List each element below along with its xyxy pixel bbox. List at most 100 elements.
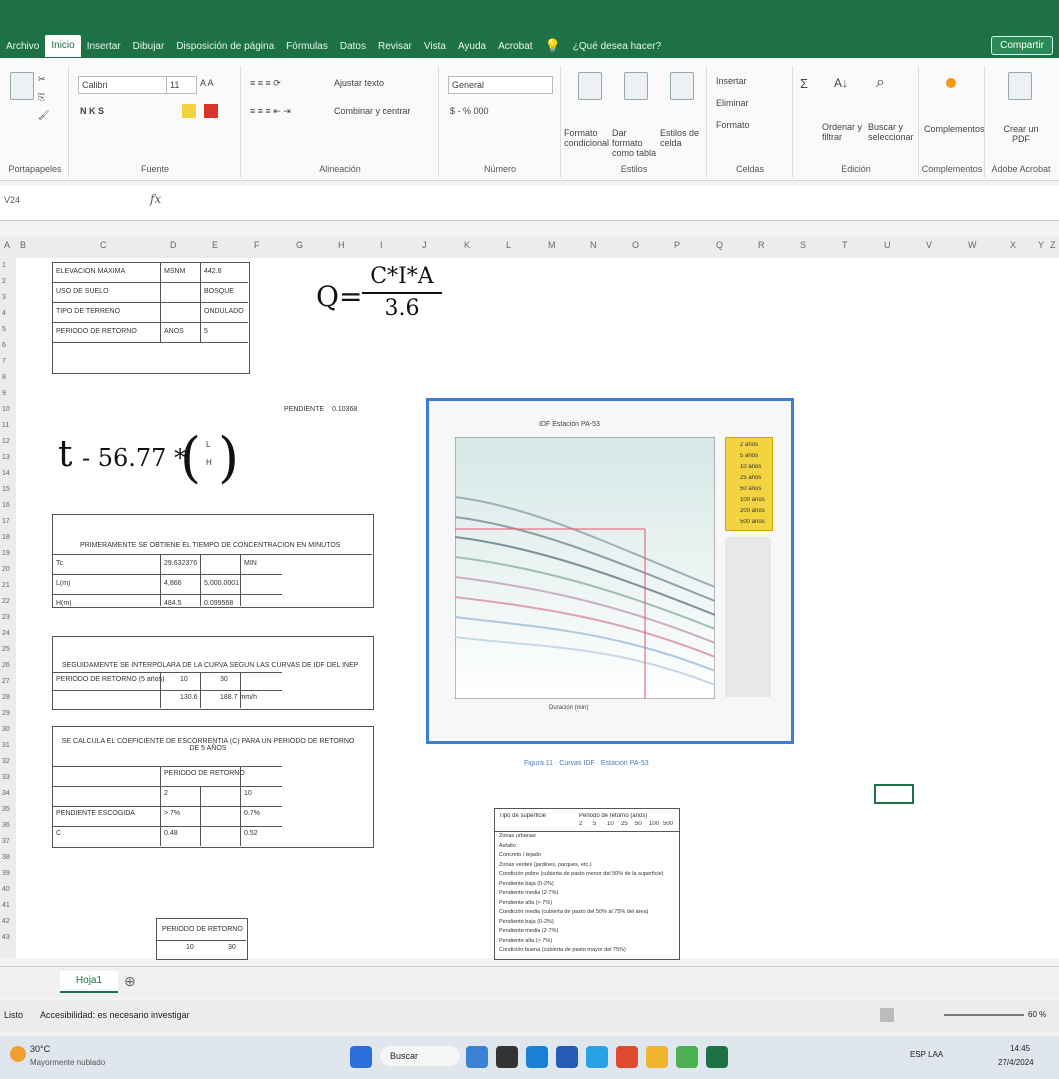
column-header[interactable]: I [380, 240, 383, 250]
row-header[interactable]: 41 [2, 902, 10, 909]
tab-acrobat[interactable]: Acrobat [492, 41, 538, 52]
tab-disposicion[interactable]: Disposición de página [170, 41, 280, 52]
format-painter-icon[interactable]: 🖌 [38, 110, 49, 121]
row-header[interactable]: 3 [2, 294, 6, 301]
normal-view-icon[interactable] [880, 1008, 894, 1022]
share-button[interactable]: Compartir [991, 36, 1053, 55]
row-header[interactable]: 17 [2, 518, 10, 525]
language-indicator[interactable]: ESP LAA [910, 1050, 943, 1059]
row-header[interactable]: 2 [2, 278, 6, 285]
font-color-icon[interactable] [204, 104, 218, 118]
row-header[interactable]: 19 [2, 550, 10, 557]
clock-time[interactable]: 14:45 [1010, 1044, 1030, 1053]
column-header[interactable]: H [338, 240, 345, 250]
row-header[interactable]: 26 [2, 662, 10, 669]
folder-icon[interactable] [646, 1046, 668, 1068]
conditional-format-label[interactable]: Formato condicional [564, 128, 610, 148]
number-format-symbols[interactable]: $ - % 000 [450, 106, 489, 116]
media-icon[interactable] [616, 1046, 638, 1068]
row-header[interactable]: 22 [2, 598, 10, 605]
fx-icon[interactable]: fx [150, 192, 161, 206]
column-header[interactable]: V [926, 240, 932, 250]
weather-icon[interactable] [10, 1046, 26, 1062]
column-header[interactable]: Z [1050, 240, 1056, 250]
cut-icon[interactable]: ✂ [38, 74, 46, 85]
tell-me-search[interactable]: ¿Qué desea hacer? [567, 41, 667, 52]
column-header[interactable]: U [884, 240, 891, 250]
column-header[interactable]: W [968, 240, 977, 250]
conditional-format-icon[interactable] [578, 72, 602, 100]
row-header[interactable]: 30 [2, 726, 10, 733]
addins-label[interactable]: Complementos [924, 124, 985, 134]
zoom-slider[interactable] [944, 1014, 1024, 1016]
column-header[interactable]: E [212, 240, 218, 250]
autosum-icon[interactable]: Σ [800, 76, 808, 91]
row-header[interactable]: 5 [2, 326, 6, 333]
tab-dibujar[interactable]: Dibujar [127, 41, 171, 52]
insert-cells-button[interactable]: Insertar [716, 76, 747, 86]
excel-icon[interactable] [706, 1046, 728, 1068]
name-box[interactable]: V24 [4, 195, 54, 211]
format-table-icon[interactable] [624, 72, 648, 100]
paste-icon[interactable] [10, 72, 34, 100]
row-header[interactable]: 23 [2, 614, 10, 621]
row-header[interactable]: 38 [2, 854, 10, 861]
row-header[interactable]: 27 [2, 678, 10, 685]
align-left-icon[interactable]: ≡ ≡ ≡ ⇤ ⇥ [250, 106, 291, 117]
wrap-text-button[interactable]: Ajustar texto [334, 78, 384, 88]
row-header[interactable]: 21 [2, 582, 10, 589]
row-header[interactable]: 8 [2, 374, 6, 381]
column-header[interactable]: S [800, 240, 806, 250]
tab-ayuda[interactable]: Ayuda [452, 41, 492, 52]
create-pdf-label[interactable]: Crear un PDF [996, 124, 1046, 144]
column-header[interactable]: K [464, 240, 470, 250]
column-header[interactable]: F [254, 240, 260, 250]
addins-icon[interactable] [946, 78, 956, 88]
add-sheet-icon[interactable]: ⊕ [124, 973, 136, 990]
accessibility-status[interactable]: Accesibilidad: es necesario investigar [40, 1010, 190, 1020]
edge-icon[interactable] [526, 1046, 548, 1068]
column-header[interactable]: O [632, 240, 639, 250]
idf-chart-image[interactable]: IDF Estación PA-53 Duración (min) 2 años… [426, 398, 794, 744]
row-header[interactable]: 28 [2, 694, 10, 701]
number-format-select[interactable]: General [448, 76, 553, 94]
column-header[interactable]: T [842, 240, 848, 250]
row-header[interactable]: 24 [2, 630, 10, 637]
word-icon[interactable] [556, 1046, 578, 1068]
pdf-icon[interactable] [1008, 72, 1032, 100]
column-header[interactable]: M [548, 240, 556, 250]
row-header[interactable]: 13 [2, 454, 10, 461]
row-header[interactable]: 10 [2, 406, 10, 413]
row-header[interactable]: 29 [2, 710, 10, 717]
column-header[interactable]: L [506, 240, 511, 250]
row-header[interactable]: 33 [2, 774, 10, 781]
clock-date[interactable]: 27/4/2024 [998, 1058, 1034, 1067]
row-header[interactable]: 12 [2, 438, 10, 445]
row-header[interactable]: 6 [2, 342, 6, 349]
column-header[interactable]: J [422, 240, 427, 250]
tab-datos[interactable]: Datos [334, 41, 372, 52]
row-header[interactable]: 14 [2, 470, 10, 477]
row-header[interactable]: 32 [2, 758, 10, 765]
column-header[interactable]: B [20, 240, 26, 250]
bold-italic-underline[interactable]: N K S [80, 106, 104, 116]
column-header[interactable]: P [674, 240, 680, 250]
grow-font-icon[interactable]: A A [200, 78, 214, 88]
find-select-label[interactable]: Buscar y seleccionar [868, 122, 916, 142]
format-cells-button[interactable]: Formato [716, 120, 750, 130]
row-header[interactable]: 18 [2, 534, 10, 541]
format-table-label[interactable]: Dar formato como tabla [612, 128, 658, 158]
find-icon[interactable]: ⌕ [876, 74, 885, 92]
tab-revisar[interactable]: Revisar [372, 41, 418, 52]
row-header[interactable]: 11 [2, 422, 9, 429]
terminal-icon[interactable] [496, 1046, 518, 1068]
row-header[interactable]: 7 [2, 358, 6, 365]
tab-inicio[interactable]: Inicio [45, 35, 81, 57]
selected-cell[interactable] [874, 784, 914, 804]
row-header[interactable]: 20 [2, 566, 10, 573]
row-header[interactable]: 43 [2, 934, 10, 941]
tab-formulas[interactable]: Fórmulas [280, 41, 334, 52]
formula-input[interactable] [176, 192, 1046, 212]
copy-icon[interactable]: ⎘ [38, 92, 45, 103]
align-top-icon[interactable]: ≡ ≡ ≡ ⟳ [250, 78, 281, 89]
